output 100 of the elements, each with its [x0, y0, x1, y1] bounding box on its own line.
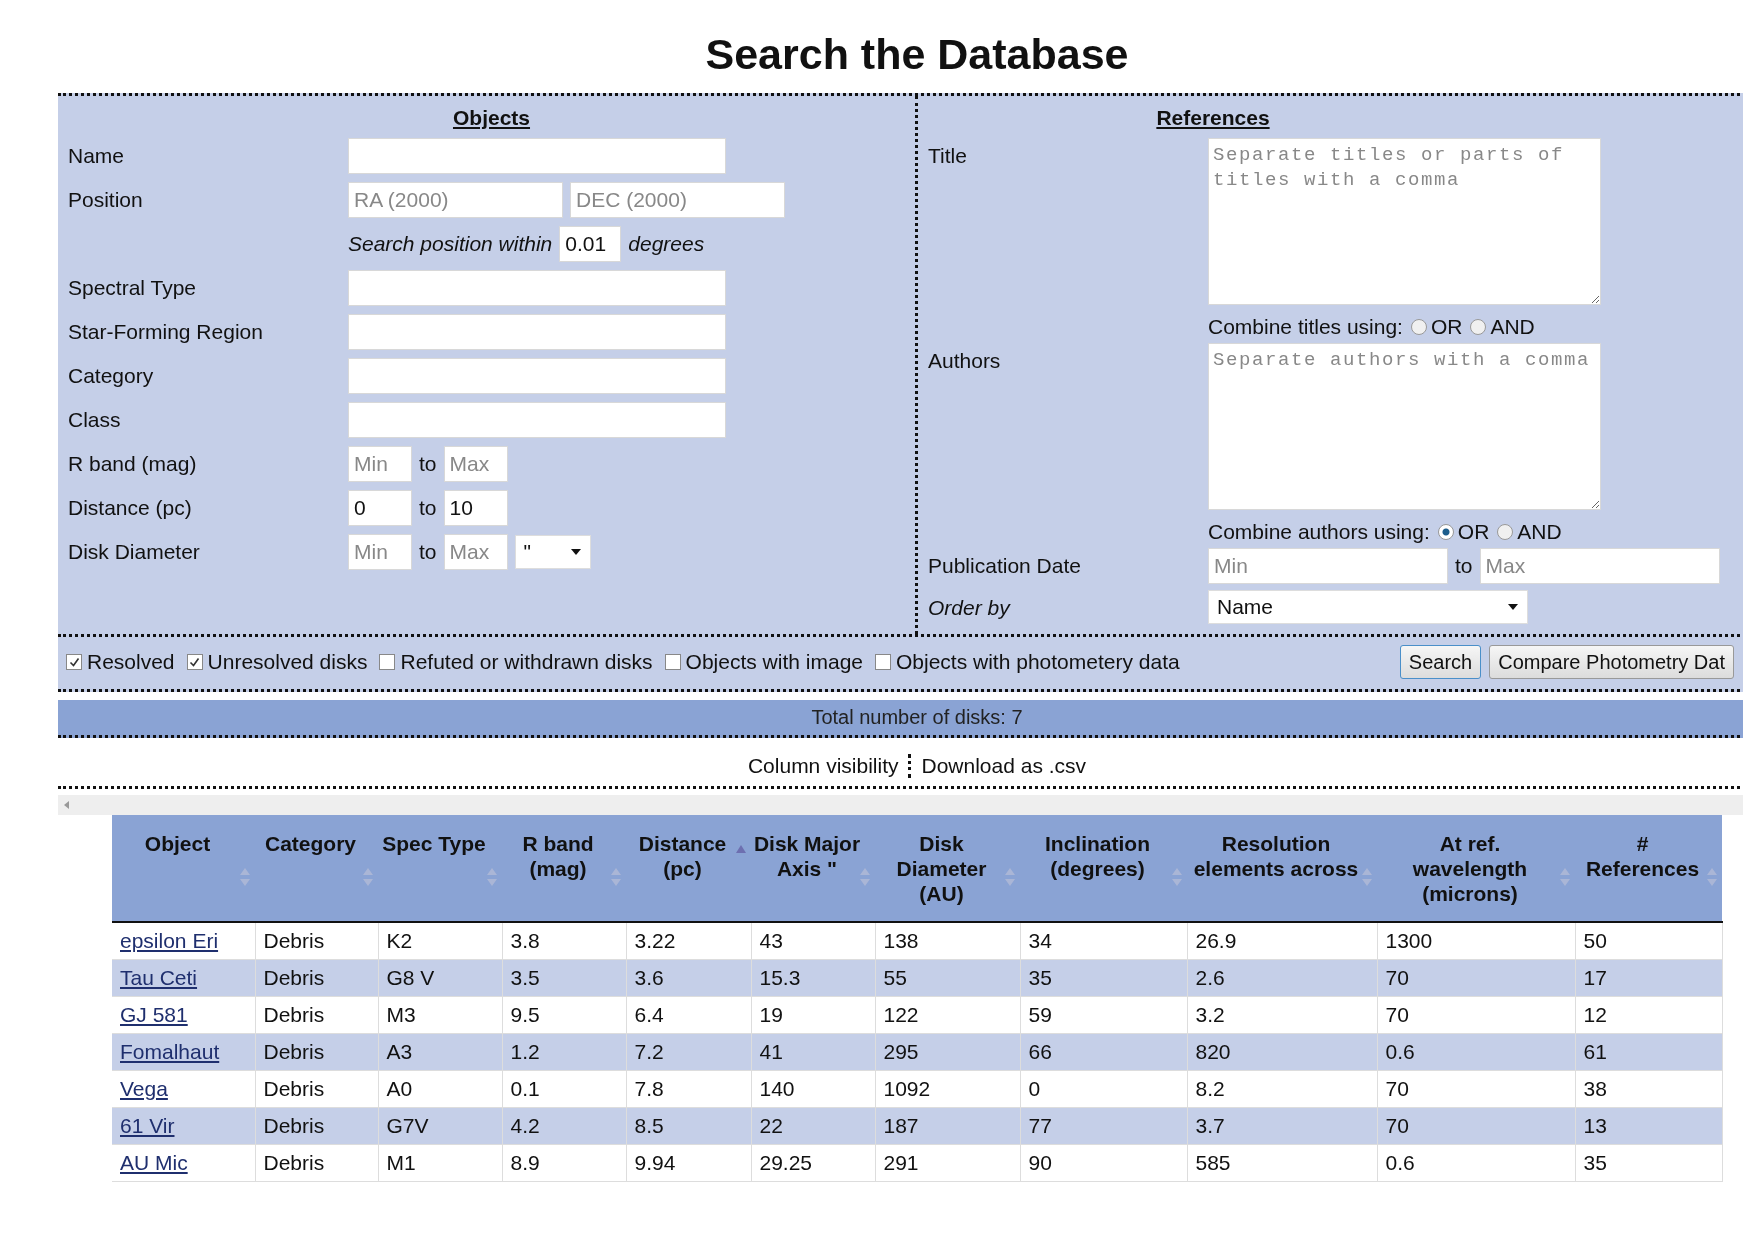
table-cell: Debris — [263, 1039, 325, 1063]
field-label: Publication Date — [928, 553, 1082, 578]
table-cell: Debris — [263, 965, 325, 989]
radio-button[interactable] — [1470, 319, 1487, 335]
column-header[interactable]: Disk Major Axis " — [751, 815, 875, 922]
range-separator: to — [419, 452, 437, 476]
table-cell: 19 — [759, 1002, 783, 1026]
checkbox-label: Objects with photometery data — [896, 650, 1180, 674]
scrollbar[interactable] — [58, 795, 1743, 815]
table-cell: 3.22 — [634, 928, 676, 952]
toolbar-link[interactable]: Download as .csv — [908, 754, 1097, 778]
column-header[interactable]: Resolution elements across — [1187, 815, 1377, 922]
field-label: Authors — [928, 348, 1002, 373]
table-cell: 17 — [1583, 965, 1607, 989]
checkbox[interactable] — [66, 654, 82, 670]
input-field[interactable] — [348, 402, 726, 438]
input-field[interactable]: RA (2000) — [348, 182, 563, 218]
input-field[interactable]: 10 — [443, 490, 508, 526]
input-field[interactable]: Min — [348, 534, 412, 570]
table-cell: 50 — [1583, 928, 1607, 952]
table-cell: 9.94 — [634, 1150, 676, 1174]
checkbox[interactable] — [875, 654, 891, 670]
input-field[interactable]: DEC (2000) — [570, 182, 785, 218]
checkbox-label: Refuted or withdrawn disks — [400, 650, 653, 674]
radio-label: AND — [1490, 315, 1535, 339]
table-cell: 122 — [883, 1002, 919, 1026]
input-field[interactable]: Max — [443, 534, 508, 570]
table-cell: A0 — [386, 1076, 413, 1100]
table-cell: 140 — [759, 1076, 795, 1100]
field-label: Star-Forming Region — [68, 319, 264, 344]
table-cell: 1300 — [1385, 928, 1433, 952]
table-cell: 7.8 — [634, 1076, 664, 1100]
toolbar-link[interactable]: Column visibility — [737, 754, 909, 778]
input-field[interactable]: Max — [443, 446, 508, 482]
search-button[interactable]: Search — [1399, 645, 1482, 679]
input-field[interactable]: Min — [1208, 548, 1448, 584]
field-label: Disk Diameter — [68, 539, 201, 564]
authors-textarea[interactable]: Separate authors with a comma — [1208, 343, 1601, 510]
table-cell: 59 — [1028, 1002, 1052, 1026]
table-cell: 138 — [883, 928, 919, 952]
input-field[interactable] — [348, 270, 726, 306]
table-cell: Debris — [263, 928, 325, 952]
input-field[interactable] — [348, 314, 726, 350]
column-header[interactable]: R band (mag) — [502, 815, 626, 922]
column-header[interactable]: Spec Type — [378, 815, 502, 922]
field-label: Class — [68, 407, 122, 432]
table-cell: 70 — [1385, 1076, 1409, 1100]
table-cell: 13 — [1583, 1113, 1607, 1137]
radio-button[interactable] — [1437, 524, 1454, 540]
table-cell: 3.6 — [634, 965, 664, 989]
range-separator: to — [1455, 554, 1473, 578]
table-cell: M1 — [386, 1150, 416, 1174]
compare-button[interactable]: Compare Photometry Dat — [1489, 645, 1734, 679]
checkbox[interactable] — [186, 654, 203, 670]
table-cell: 15.3 — [759, 965, 801, 989]
table-cell: 26.9 — [1195, 928, 1237, 952]
object-link[interactable]: AU Mic — [120, 1150, 188, 1174]
checkbox[interactable] — [379, 654, 396, 670]
column-header[interactable]: Inclination (degrees) — [1020, 815, 1187, 922]
caret-icon — [1507, 603, 1519, 611]
checkbox-label: Objects with image — [685, 650, 863, 674]
scroll-left-icon[interactable] — [64, 801, 70, 809]
table-cell: 8.2 — [1195, 1076, 1225, 1100]
object-link[interactable]: GJ 581 — [120, 1002, 188, 1026]
column-header[interactable]: Distance (pc) — [626, 815, 751, 922]
table-cell: 1092 — [883, 1076, 931, 1100]
unit-label: degrees — [628, 232, 705, 256]
field-label: Order by — [928, 595, 1012, 620]
table-cell: A3 — [386, 1039, 413, 1063]
radio-button[interactable] — [1497, 524, 1514, 540]
table-cell: 43 — [759, 928, 783, 952]
table-cell: 34 — [1028, 928, 1052, 952]
column-header[interactable]: At ref. wavelength (microns) — [1377, 815, 1575, 922]
object-link[interactable]: epsilon Eri — [120, 928, 219, 952]
title-textarea[interactable]: Separate titles or parts of titles with a comma — [1208, 138, 1601, 305]
table-cell: 3.5 — [510, 965, 540, 989]
input-field[interactable] — [348, 138, 726, 174]
table-cell: 0.6 — [1385, 1150, 1415, 1174]
radio-label: OR — [1430, 315, 1463, 339]
checkbox[interactable] — [664, 654, 681, 670]
radio-button[interactable] — [1410, 319, 1427, 335]
table-cell: 0.1 — [510, 1076, 540, 1100]
order-by-dropdown[interactable]: Name — [1208, 590, 1528, 624]
input-field[interactable]: Max — [1479, 548, 1720, 584]
table-cell: 4.2 — [510, 1113, 540, 1137]
column-header[interactable]: Object — [112, 815, 255, 922]
table-cell: 29.25 — [759, 1150, 813, 1174]
column-header[interactable]: Category — [255, 815, 378, 922]
input-field[interactable]: 0 — [348, 490, 412, 526]
object-link[interactable]: Vega — [120, 1076, 168, 1100]
checkbox-label: Unresolved disks — [207, 650, 368, 674]
table-cell: 0 — [1028, 1076, 1041, 1100]
table-cell: 90 — [1028, 1150, 1052, 1174]
input-field[interactable] — [348, 358, 726, 394]
column-header[interactable]: # References — [1575, 815, 1722, 922]
input-field[interactable]: 0.01 — [559, 226, 622, 262]
input-field[interactable]: Min — [348, 446, 412, 482]
unit-dropdown[interactable]: " — [514, 535, 591, 569]
column-header[interactable]: Disk Diameter (AU) — [875, 815, 1020, 922]
checkmark-icon — [189, 656, 201, 668]
